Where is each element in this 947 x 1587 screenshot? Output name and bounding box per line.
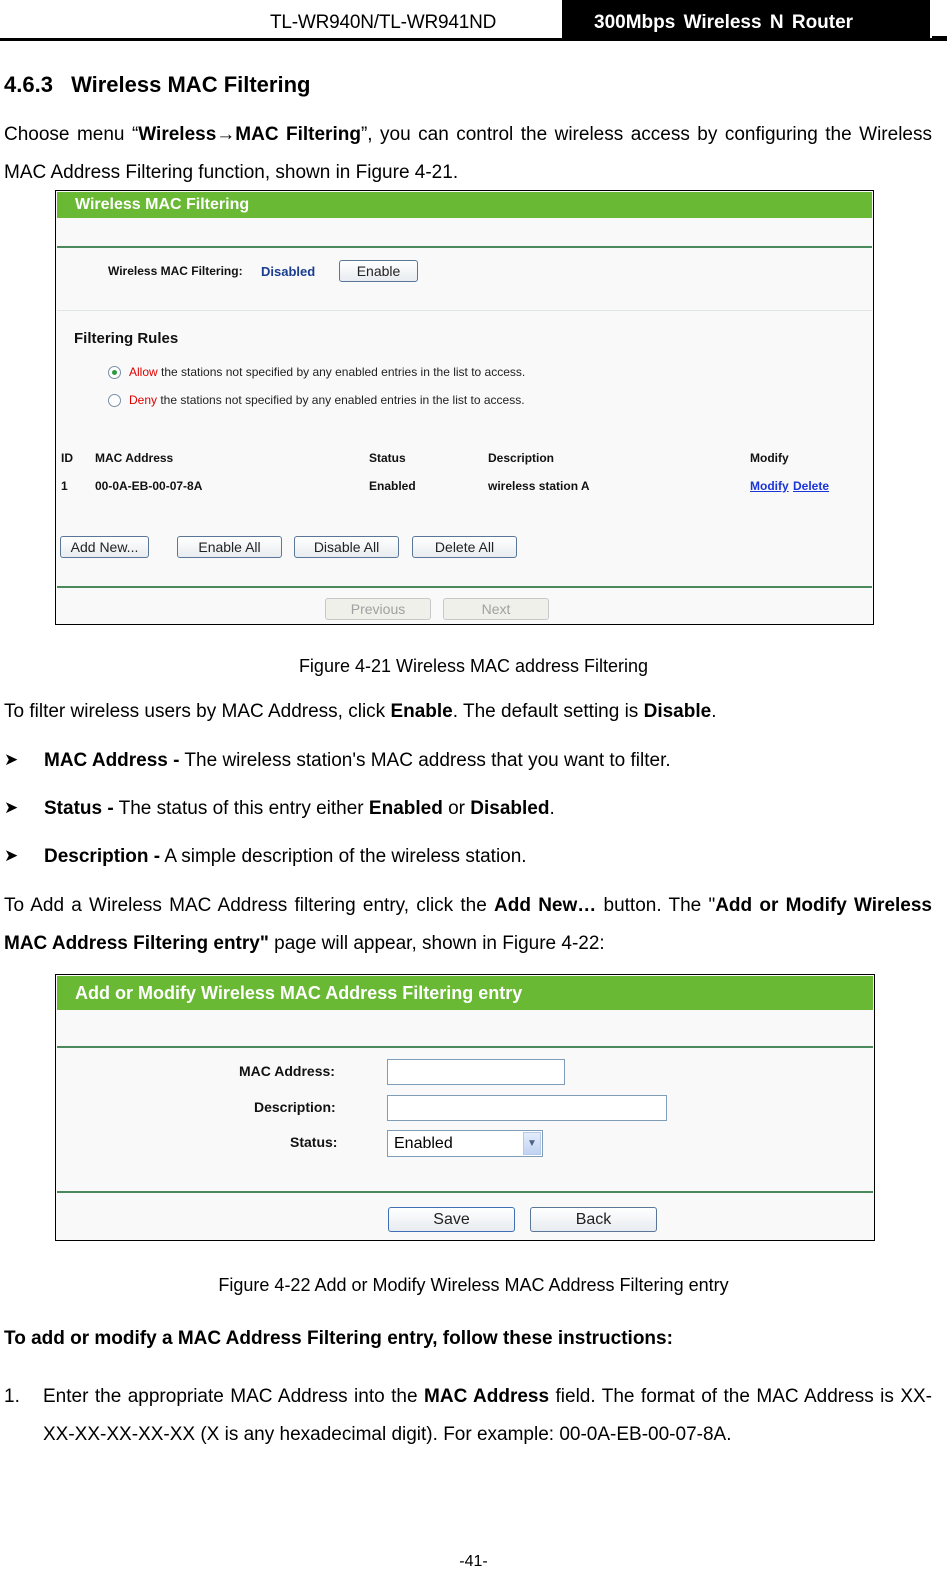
- deny-description: the stations not specified by any enable…: [157, 393, 525, 407]
- col-status: Status: [369, 451, 406, 465]
- status-select[interactable]: Enabled ▼: [387, 1130, 543, 1157]
- row-id: 1: [61, 479, 68, 493]
- section-number: 4.6.3: [4, 72, 53, 97]
- description-label: Description:: [254, 1099, 336, 1115]
- bullet-enabled: Enabled: [368, 798, 443, 819]
- header-rule: [0, 38, 947, 41]
- bullet-text: A simple description of the wireless sta…: [160, 846, 527, 867]
- col-description: Description: [488, 451, 555, 465]
- enable-paragraph: To filter wireless users by MAC Address,…: [4, 693, 716, 731]
- status-label: Status:: [290, 1134, 338, 1150]
- delete-all-button[interactable]: Delete All: [412, 536, 517, 558]
- delete-link[interactable]: Delete: [793, 479, 829, 493]
- p2-text-2: . The default setting is: [452, 701, 644, 722]
- bullet-term: MAC Address -: [44, 750, 180, 771]
- mac-filtering-status-label: Wireless MAC Filtering:: [108, 264, 243, 278]
- add-new-button[interactable]: Add New...: [60, 536, 149, 558]
- page-number: -41-: [459, 1553, 488, 1570]
- previous-button[interactable]: Previous: [325, 598, 431, 620]
- intro-text: Choose menu “: [4, 124, 139, 145]
- section-title: Wireless MAC Filtering: [71, 72, 311, 97]
- page-header: TL-WR940N/TL-WR941ND 300Mbps Wireless N …: [0, 0, 947, 42]
- divider-bottom: [57, 586, 872, 588]
- bullet-term: Description -: [44, 846, 161, 867]
- bullet-arrow-icon: ➤: [4, 750, 19, 769]
- p2-enable: Enable: [390, 701, 453, 722]
- enable-all-button[interactable]: Enable All: [177, 536, 282, 558]
- product-name: 300Mbps Wireless N Router: [562, 0, 930, 40]
- filtering-rules-heading: Filtering Rules: [74, 330, 179, 347]
- allow-radio[interactable]: [108, 366, 121, 379]
- next-button[interactable]: Next: [443, 598, 549, 620]
- menu-path: Wireless→MAC Filtering: [138, 124, 361, 145]
- figure-4-21-caption: Figure 4-21 Wireless MAC address Filteri…: [298, 656, 649, 676]
- light-divider: [57, 310, 872, 311]
- panel-title: Add or Modify Wireless MAC Address Filte…: [57, 976, 873, 1010]
- step-bold: MAC Address: [424, 1386, 550, 1407]
- mac-address-label: MAC Address:: [239, 1063, 335, 1079]
- divider: [57, 1046, 873, 1048]
- add-new-paragraph: To Add a Wireless MAC Address filtering …: [4, 887, 932, 963]
- description-input[interactable]: [387, 1095, 667, 1121]
- p3-text: To Add a Wireless MAC Address filtering …: [4, 895, 495, 916]
- deny-rule-text: Deny the stations not specified by any e…: [129, 393, 525, 407]
- allow-rule-text: Allow the stations not specified by any …: [129, 365, 525, 379]
- deny-radio[interactable]: [108, 394, 121, 407]
- bullet-disabled: Disabled: [470, 798, 550, 819]
- p3-text-3: page will appear, shown in Figure 4-22:: [268, 933, 605, 954]
- p2-text-3: .: [711, 701, 717, 722]
- divider-bottom: [57, 1191, 873, 1193]
- instructions-heading: To add or modify a MAC Address Filtering…: [4, 1328, 673, 1349]
- status-select-value: Enabled: [394, 1135, 453, 1152]
- figure-add-modify-entry: Add or Modify Wireless MAC Address Filte…: [55, 974, 875, 1241]
- bullet-text: The wireless station's MAC address that …: [179, 750, 671, 771]
- row-description: wireless station A: [488, 479, 590, 493]
- enable-button[interactable]: Enable: [339, 260, 418, 282]
- deny-keyword: Deny: [129, 393, 158, 407]
- p2-text: To filter wireless users by MAC Address,…: [4, 701, 391, 722]
- bullet-text-mid: or: [442, 798, 471, 819]
- col-mac-address: MAC Address: [95, 451, 174, 465]
- bullet-text: The status of this entry either: [113, 798, 369, 819]
- figure-4-22-caption: Figure 4-22 Add or Modify Wireless MAC A…: [218, 1275, 729, 1295]
- modify-link[interactable]: Modify: [750, 479, 789, 493]
- allow-description: the stations not specified by any enable…: [157, 365, 526, 379]
- step-text: Enter the appropriate MAC Address into t…: [43, 1378, 932, 1454]
- disable-all-button[interactable]: Disable All: [294, 536, 399, 558]
- model-name: TL-WR940N/TL-WR941ND: [270, 12, 497, 33]
- intro-paragraph: Choose menu “Wireless→MAC Filtering”, yo…: [4, 116, 932, 192]
- step-text-a: Enter the appropriate MAC Address into t…: [43, 1386, 425, 1407]
- divider: [57, 246, 872, 248]
- chevron-down-icon[interactable]: ▼: [523, 1132, 541, 1155]
- back-button[interactable]: Back: [530, 1207, 657, 1232]
- p3-text-2: button. The ": [596, 895, 716, 916]
- p3-add-new: Add New…: [494, 895, 597, 916]
- step-number: 1.: [4, 1386, 20, 1407]
- allow-keyword: Allow: [129, 365, 158, 379]
- section-heading: 4.6.3 Wireless MAC Filtering: [4, 72, 310, 98]
- mac-filtering-status-value: Disabled: [261, 264, 316, 279]
- panel-title: Wireless MAC Filtering: [57, 192, 872, 218]
- row-mac: 00-0A-EB-00-07-8A: [95, 479, 203, 493]
- figure-wireless-mac-filtering: Wireless MAC Filtering Wireless MAC Filt…: [55, 190, 874, 625]
- mac-address-input[interactable]: [387, 1059, 565, 1085]
- p2-disable: Disable: [643, 701, 712, 722]
- bullet-term: Status -: [44, 798, 114, 819]
- col-modify: Modify: [750, 451, 789, 465]
- row-status: Enabled: [369, 479, 416, 493]
- col-id: ID: [61, 451, 73, 465]
- step-1: 1. Enter the appropriate MAC Address int…: [4, 1378, 932, 1454]
- bullet-arrow-icon: ➤: [4, 846, 19, 865]
- bullet-arrow-icon: ➤: [4, 798, 19, 817]
- save-button[interactable]: Save: [388, 1207, 515, 1232]
- header-rule-end: [932, 36, 947, 38]
- bullet-text-end: .: [549, 798, 555, 819]
